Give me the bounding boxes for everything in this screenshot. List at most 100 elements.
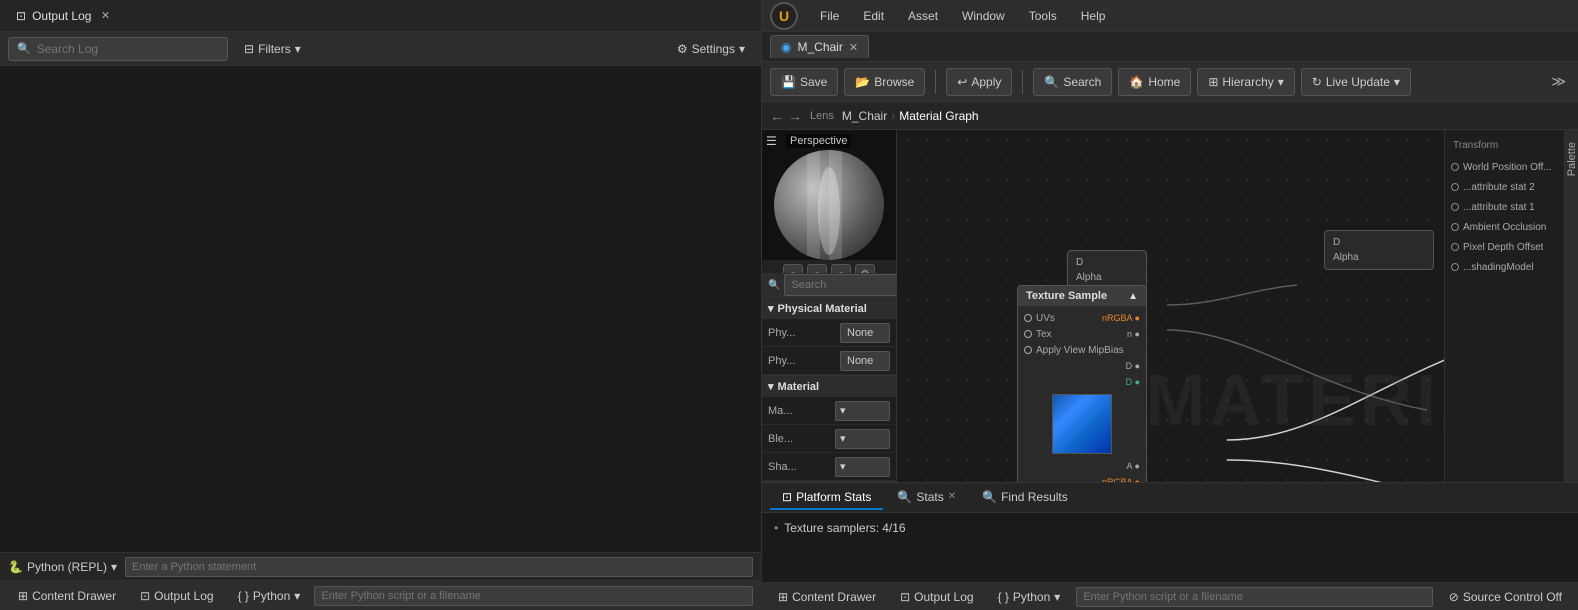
viewport-ctrl-circle3[interactable]: ○ [831,264,851,273]
chevron-down-sha-icon: ▾ [840,460,846,473]
hierarchy-chevron-icon [1278,75,1284,89]
python-repl-button[interactable]: 🐍 Python (REPL) [8,560,117,574]
stats-tab[interactable]: 🔍 Stats ✕ [885,486,968,510]
search-log-input-wrap[interactable]: 🔍 [8,37,228,61]
breadcrumb-mchair[interactable]: M_Chair [842,109,887,123]
viewport-menu-icon[interactable]: ☰ [766,134,777,148]
settings-chevron-down-icon [739,42,745,56]
mipbias-pin-label: Apply View MipBias [1036,345,1124,356]
output-pins-panel: Transform World Position Off... ...attri… [1444,130,1564,482]
output-pin-dot-3 [1451,203,1459,211]
material-header[interactable]: Material [762,376,896,397]
editor-bottom: ⊡ Platform Stats 🔍 Stats ✕ 🔍 Find Result… [762,482,1578,582]
back-arrow-icon[interactable]: ← [770,108,784,124]
viewport-ctrl-circle2[interactable]: ○ [807,264,827,273]
right-panel: U File Edit Asset Window Tools Help ◉ M_… [762,0,1578,610]
collapse-icon[interactable]: ▲ [1128,291,1138,302]
expand-button[interactable]: ≫ [1547,69,1570,94]
home-button[interactable]: 🏠 Home [1118,68,1191,96]
editor-main: ☰ Perspective ○ ○ ○ ⚙ 🔍 ⊞ [762,130,1578,482]
menu-help[interactable]: Help [1071,5,1116,27]
d-out-row: D ● [1024,358,1140,374]
hierarchy-icon: ⊞ [1208,75,1218,89]
viewport-ctrl-circle1[interactable]: ○ [783,264,803,273]
search-icon: 🔍 [17,42,31,55]
texture-sample-node[interactable]: Texture Sample ▲ UVs nRGBA ● Tex n ● [1017,285,1147,482]
mchair-tab-close[interactable]: ✕ [849,41,858,54]
menu-edit[interactable]: Edit [853,5,894,27]
output-log-tab-header: ⊡ Output Log ✕ [0,0,761,32]
filters-button[interactable]: ⊟ Filters [236,38,309,60]
output-pin-dot-5 [1451,243,1459,251]
graph-canvas[interactable]: D Alpha D Alpha Texture Sample ▲ UVs [897,130,1564,482]
node-label-d: D [1072,255,1142,270]
output-log-status-icon: ⊡ [900,590,910,604]
material-dropdown-2[interactable]: ▾ [835,429,890,449]
save-button[interactable]: 💾 Save [770,68,838,96]
content-drawer-tab[interactable]: ⊞ Content Drawer [8,585,126,607]
live-update-button[interactable]: ↻ Live Update [1301,68,1411,96]
browse-button[interactable]: 📂 Browse [844,68,925,96]
source-control-button[interactable]: ⊘ Source Control Off [1441,588,1570,606]
bullet-icon: • [774,521,778,535]
editor-toolbar: 💾 Save 📂 Browse ↩ Apply 🔍 Search 🏠 Home … [762,62,1578,102]
python-status-btn[interactable]: { } Python [990,588,1069,606]
left-toolbar: 🔍 ⊟ Filters ⚙ Settings [0,32,761,66]
python-icon: 🐍 [8,560,23,574]
python-bottom-tab[interactable]: { } Python [228,585,311,607]
material-dropdown-1[interactable]: ▾ [835,401,890,421]
breadcrumb-material-graph: Material Graph [899,109,978,123]
output-log-bottom-tab[interactable]: ⊡ Output Log [130,585,223,607]
python-filename-input[interactable] [314,586,753,606]
ue-logo: U [770,2,798,30]
hierarchy-button[interactable]: ⊞ Hierarchy [1197,68,1294,96]
viewport-controls: ○ ○ ○ ⚙ [762,260,896,273]
uvs-pin-dot [1024,314,1032,322]
search-button[interactable]: 🔍 Search [1033,68,1112,96]
filter-icon: ⊟ [244,42,254,56]
mchair-tab-label: M_Chair [797,40,842,54]
g-out-row: D ● [1024,374,1140,390]
python-repl-input[interactable] [125,557,753,577]
source-control-icon: ⊘ [1449,590,1459,604]
menu-asset[interactable]: Asset [898,5,948,27]
nrgba-out-row: nRGBA ● [1024,474,1140,482]
content-drawer-status-btn[interactable]: ⊞ Content Drawer [770,588,884,606]
browse-icon: 📂 [855,75,870,89]
stats-tab-close[interactable]: ✕ [948,491,956,502]
find-results-tab[interactable]: 🔍 Find Results [970,486,1080,510]
output-pin-dot-1 [1451,163,1459,171]
mchair-tab[interactable]: ◉ M_Chair ✕ [770,35,869,58]
material-row-3: Sha... ▾ [762,453,896,481]
material-section: Material Ma... ▾ Ble... ▾ Sha... [762,376,896,482]
menu-file[interactable]: File [810,5,849,27]
forward-arrow-icon[interactable]: → [788,108,802,124]
menu-tools[interactable]: Tools [1019,5,1067,27]
status-python-input[interactable] [1076,587,1432,607]
output-pin-shading-model: ...shadingModel [1445,257,1564,277]
chevron-down-icon [295,42,301,56]
menu-window[interactable]: Window [952,5,1015,27]
platform-stats-tab[interactable]: ⊡ Platform Stats [770,486,883,510]
settings-button[interactable]: ⚙ Settings [669,38,753,60]
physical-material-header[interactable]: Physical Material [762,298,896,319]
output-log-tab[interactable]: ⊡ Output Log ✕ [8,8,121,24]
physical-material-chevron-icon [768,302,774,315]
terminal-icon: ⊡ [16,9,26,23]
search-log-input[interactable] [37,42,219,56]
output-pin-ambient-occ: Ambient Occlusion [1445,217,1564,237]
viewport-ctrl-gear[interactable]: ⚙ [855,264,875,273]
python-repl-chevron-icon [111,560,117,574]
save-icon: 💾 [781,75,796,89]
material-icon: ◉ [781,40,791,54]
output-log-tab-close[interactable]: ✕ [97,8,113,24]
python-repl-bar: 🐍 Python (REPL) [0,552,761,580]
output-log-status-btn[interactable]: ⊡ Output Log [892,588,981,606]
viewport-stripe-2 [829,150,842,260]
properties-search-bar: 🔍 ⊞ ⚙ [762,273,896,298]
apply-button[interactable]: ↩ Apply [946,68,1012,96]
material-dropdown-3[interactable]: ▾ [835,457,890,477]
physical-material-section: Physical Material Phy... None Phy... Non… [762,298,896,376]
texture-sample-title: Texture Sample [1026,290,1107,302]
material-row-2: Ble... ▾ [762,425,896,453]
